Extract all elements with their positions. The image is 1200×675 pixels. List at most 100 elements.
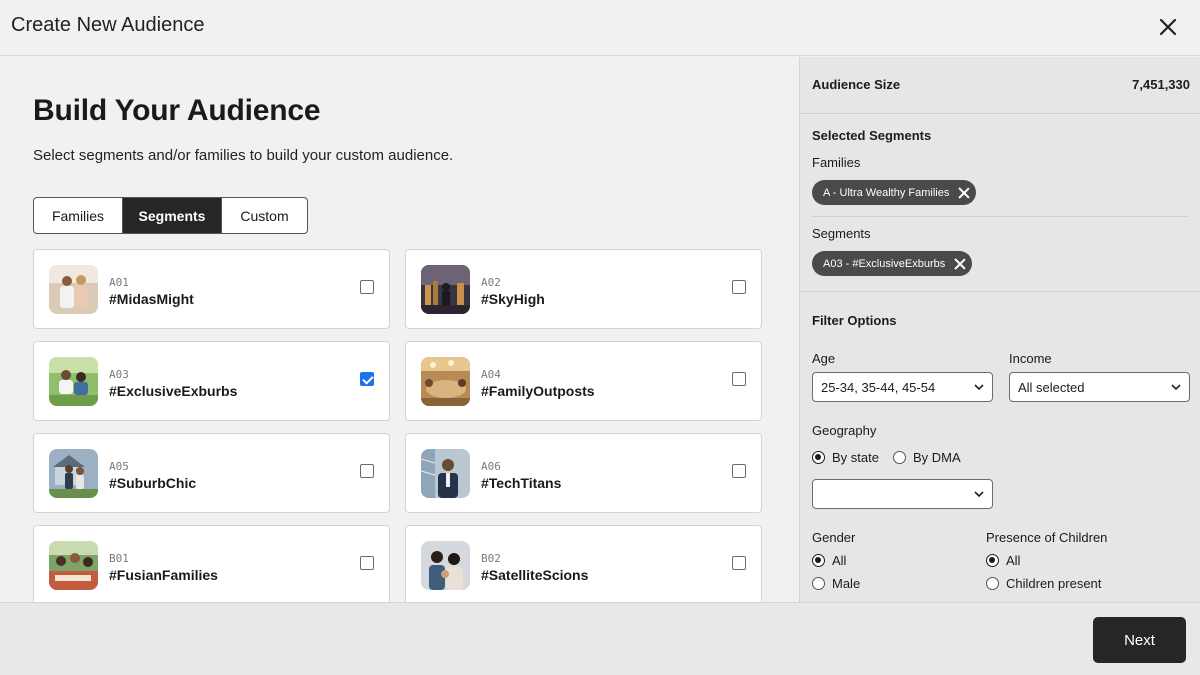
segment-name: #SuburbChic bbox=[109, 475, 197, 491]
income-select[interactable]: All selected bbox=[1009, 372, 1190, 402]
segment-checkbox[interactable] bbox=[732, 556, 746, 570]
segment-code: B02 bbox=[481, 552, 501, 565]
summary-sidebar: Audience Size 7,451,330 Selected Segment… bbox=[799, 57, 1200, 602]
dialog-title: Create New Audience bbox=[11, 14, 205, 36]
filter-options-title: Filter Options bbox=[812, 313, 897, 328]
segment-checkbox[interactable] bbox=[732, 280, 746, 294]
segment-photo bbox=[49, 541, 98, 590]
gender-label: Gender bbox=[812, 530, 856, 545]
segment-chip: A03 - #ExclusiveExburbs bbox=[812, 251, 973, 276]
tab-group: Families Segments Custom bbox=[33, 197, 308, 234]
geography-label: Geography bbox=[812, 423, 877, 438]
geography-select[interactable] bbox=[812, 479, 993, 509]
tab-custom[interactable]: Custom bbox=[221, 198, 307, 233]
segment-card[interactable]: A02 #SkyHigh bbox=[405, 249, 762, 329]
segment-checkbox[interactable] bbox=[360, 556, 374, 570]
segment-code: A03 bbox=[109, 368, 129, 381]
segment-code: A01 bbox=[109, 276, 129, 289]
close-icon[interactable] bbox=[1154, 13, 1182, 41]
segment-checkbox[interactable] bbox=[360, 280, 374, 294]
segment-photo bbox=[421, 541, 470, 590]
age-select-value: 25-34, 35-44, 45-54 bbox=[821, 379, 936, 395]
children-label: Presence of Children bbox=[986, 530, 1108, 545]
geo-by-state-radio[interactable]: By state bbox=[812, 450, 879, 465]
remove-chip-icon[interactable] bbox=[958, 187, 970, 199]
segment-card[interactable]: B01 #FusianFamilies bbox=[33, 525, 390, 602]
family-chip: A - Ultra Wealthy Families bbox=[812, 180, 977, 205]
radio-icon bbox=[812, 554, 825, 567]
radio-icon bbox=[812, 577, 825, 590]
segment-checkbox[interactable] bbox=[360, 464, 374, 478]
next-button[interactable]: Next bbox=[1093, 617, 1186, 663]
chevron-down-icon bbox=[974, 491, 984, 498]
age-label: Age bbox=[812, 351, 836, 366]
segment-photo bbox=[49, 357, 98, 406]
segment-card[interactable]: A06 #TechTitans bbox=[405, 433, 762, 513]
segment-chip-label: A03 - #ExclusiveExburbs bbox=[823, 257, 946, 270]
segment-name: #FusianFamilies bbox=[109, 567, 218, 583]
segment-name: #TechTitans bbox=[481, 475, 562, 491]
radio-label: All bbox=[1006, 553, 1021, 568]
segment-name: #FamilyOutposts bbox=[481, 383, 595, 399]
segment-card[interactable]: A05 #SuburbChic bbox=[33, 433, 390, 513]
radio-icon bbox=[893, 451, 906, 464]
segment-code: A05 bbox=[109, 460, 129, 473]
gender-male-radio[interactable]: Male bbox=[812, 576, 860, 591]
selected-segments-title: Selected Segments bbox=[812, 128, 932, 143]
radio-label: By DMA bbox=[913, 450, 961, 465]
families-label: Families bbox=[812, 155, 861, 170]
family-chip-label: A - Ultra Wealthy Families bbox=[823, 186, 950, 199]
segment-grid: A01 #MidasMight A02 #SkyHigh A03 #Exclus… bbox=[33, 249, 762, 602]
radio-icon bbox=[986, 577, 999, 590]
dialog-footer: Next bbox=[0, 602, 1200, 675]
segment-code: A04 bbox=[481, 368, 501, 381]
segment-photo bbox=[421, 265, 470, 314]
radio-label: Children present bbox=[1006, 576, 1102, 591]
divider bbox=[800, 291, 1200, 292]
age-select[interactable]: 25-34, 35-44, 45-54 bbox=[812, 372, 993, 402]
segment-code: A02 bbox=[481, 276, 501, 289]
segment-name: #MidasMight bbox=[109, 291, 194, 307]
segment-photo bbox=[49, 265, 98, 314]
audience-size-row: Audience Size 7,451,330 bbox=[800, 57, 1200, 114]
audience-size-value: 7,451,330 bbox=[1132, 77, 1190, 92]
tab-segments[interactable]: Segments bbox=[122, 198, 221, 233]
segment-name: #ExclusiveExburbs bbox=[109, 383, 238, 399]
segment-checkbox[interactable] bbox=[732, 464, 746, 478]
chevron-down-icon bbox=[1171, 384, 1181, 391]
income-label: Income bbox=[1009, 351, 1052, 366]
audience-size-label: Audience Size bbox=[812, 77, 901, 92]
segment-card[interactable]: A01 #MidasMight bbox=[33, 249, 390, 329]
segment-photo bbox=[421, 357, 470, 406]
gender-all-radio[interactable]: All bbox=[812, 553, 846, 568]
remove-chip-icon[interactable] bbox=[954, 258, 966, 270]
radio-label: By state bbox=[832, 450, 879, 465]
divider bbox=[812, 216, 1189, 217]
segment-card[interactable]: A04 #FamilyOutposts bbox=[405, 341, 762, 421]
segment-photo bbox=[421, 449, 470, 498]
radio-icon bbox=[986, 554, 999, 567]
segment-name: #SkyHigh bbox=[481, 291, 545, 307]
dialog-header: Create New Audience bbox=[0, 0, 1200, 56]
radio-label: All bbox=[832, 553, 847, 568]
segment-checkbox[interactable] bbox=[732, 372, 746, 386]
income-select-value: All selected bbox=[1018, 379, 1085, 395]
builder-panel: Build Your Audience Select segments and/… bbox=[0, 57, 799, 602]
chevron-down-icon bbox=[974, 384, 984, 391]
segment-code: A06 bbox=[481, 460, 501, 473]
segment-photo bbox=[49, 449, 98, 498]
page-subtitle: Select segments and/or families to build… bbox=[33, 147, 454, 164]
page-title: Build Your Audience bbox=[33, 94, 321, 127]
tab-families[interactable]: Families bbox=[34, 198, 122, 233]
segment-checkbox[interactable] bbox=[360, 372, 374, 386]
segment-code: B01 bbox=[109, 552, 129, 565]
segments-label: Segments bbox=[812, 226, 871, 241]
segment-card[interactable]: A03 #ExclusiveExburbs bbox=[33, 341, 390, 421]
geo-by-dma-radio[interactable]: By DMA bbox=[893, 450, 961, 465]
radio-icon bbox=[812, 451, 825, 464]
segment-name: #SatelliteScions bbox=[481, 567, 589, 583]
radio-label: Male bbox=[832, 576, 861, 591]
children-present-radio[interactable]: Children present bbox=[986, 576, 1101, 591]
segment-card[interactable]: B02 #SatelliteScions bbox=[405, 525, 762, 602]
children-all-radio[interactable]: All bbox=[986, 553, 1020, 568]
